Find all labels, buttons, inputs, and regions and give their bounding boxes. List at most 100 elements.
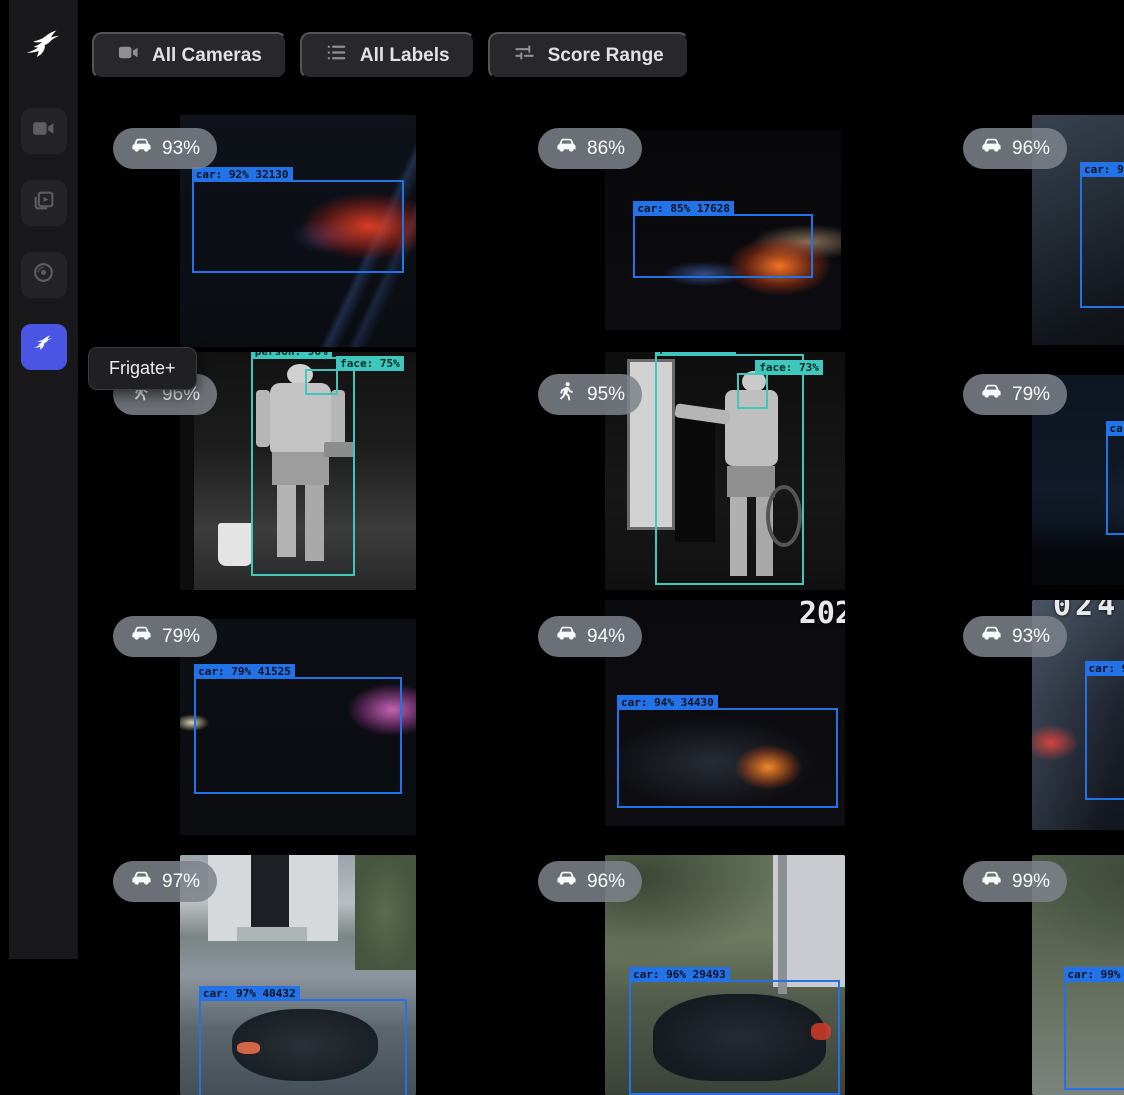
bounding-box: car: 92% 4216 (1085, 674, 1124, 801)
detection-thumbnail[interactable]: car: 97% 40432 (180, 855, 416, 1095)
all-labels-label: All Labels (360, 45, 450, 67)
bbox-label: person: 94% (655, 352, 736, 356)
detection-thumbnail[interactable]: car: 79% 41525 (180, 619, 416, 835)
car-icon (555, 622, 578, 651)
face-label: face: 73% (755, 360, 823, 375)
bbox-label: car: 95% 46260 (1080, 162, 1124, 177)
filter-bar: All Cameras All Labels Score Range (78, 32, 689, 79)
bbox-label: car: 79% (1106, 421, 1124, 436)
bounding-box: car: 96% 29493 (629, 980, 840, 1095)
detection-tile[interactable]: 93% 024 05 0 car: 92% 4216 (950, 597, 1124, 843)
car-icon (555, 134, 578, 163)
sidebar-item-frigate-plus[interactable] (21, 324, 67, 370)
detection-tile[interactable]: 99% car: 99% 25 (950, 843, 1124, 1092)
osd-timestamp: 024 05 0 (1053, 600, 1124, 623)
bbox-label: car: 96% 29493 (629, 967, 730, 982)
bounding-box: car: 95% 46260 (1080, 175, 1124, 308)
score-badge: 96% (538, 861, 642, 902)
bounding-box: car: 99% 25 (1064, 980, 1124, 1090)
car-icon (980, 622, 1003, 651)
all-labels-filter-button[interactable]: All Labels (300, 32, 475, 79)
review-icon (31, 188, 56, 218)
bbox-label: car: 85% 17628 (633, 201, 734, 216)
score-badge: 86% (538, 128, 642, 169)
detection-thumbnail[interactable]: car: 96% 29493 (605, 855, 845, 1095)
detection-tile[interactable]: 86% car: 85% 17628 (525, 98, 950, 347)
list-icon (325, 41, 348, 70)
detection-tile[interactable]: 96% car: 95% 46260 (950, 98, 1124, 347)
bbox-label: car: 94% 34430 (617, 695, 718, 710)
score-badge: 99% (963, 861, 1067, 902)
bounding-box: car: 97% 40432 (199, 999, 407, 1095)
sidebar-panel (9, 0, 78, 959)
bbox-label: car: 79% 41525 (194, 664, 295, 679)
score-badge: 94% (538, 616, 642, 657)
detection-tile[interactable]: 79% car: 79% (950, 347, 1124, 597)
frigate-plus-bird-icon (31, 332, 56, 362)
video-camera-icon (117, 41, 140, 70)
badge-score: 93% (1012, 626, 1050, 648)
car-icon (130, 622, 153, 651)
bounding-box: car: 94% 34430 (617, 708, 838, 807)
bbox-label: car: 92% 32130 (192, 167, 293, 182)
badge-score: 94% (587, 626, 625, 648)
detections-grid: 93% car: 92% 32130 86% car: 85% 17628 96… (100, 98, 1124, 1092)
badge-score: 86% (587, 138, 625, 160)
video-camera-icon (31, 116, 56, 146)
score-badge: 79% (113, 616, 217, 657)
score-range-label: Score Range (548, 45, 664, 67)
badge-score: 79% (1012, 384, 1050, 406)
detection-thumbnail[interactable]: car: 85% 17628 (605, 130, 841, 330)
bbox-label: car: 92% 4216 (1085, 661, 1124, 676)
detection-tile[interactable]: 93% car: 92% 32130 (100, 98, 525, 347)
export-disc-icon (31, 260, 56, 290)
face-bounding-box: face: 75% (305, 369, 338, 395)
detection-tile[interactable]: 79% car: 79% 41525 (100, 597, 525, 843)
bounding-box: car: 79% 41525 (194, 677, 402, 794)
car-icon (980, 380, 1003, 409)
sidebar-item-review[interactable] (21, 180, 67, 226)
car-icon (555, 867, 578, 896)
osd-timestamp: 202 (799, 600, 845, 631)
detection-tile[interactable]: 96% car: 96% 29493 (525, 843, 950, 1092)
score-range-filter-button[interactable]: Score Range (488, 32, 689, 79)
bounding-box: car: 85% 17628 (633, 214, 812, 278)
badge-score: 96% (1012, 138, 1050, 160)
frigate-plus-tooltip: Frigate+ (88, 347, 197, 390)
badge-score: 95% (587, 384, 625, 406)
badge-score: 79% (162, 626, 200, 648)
score-badge: 93% (963, 616, 1067, 657)
bbox-label: car: 99% 25 (1064, 967, 1124, 982)
score-badge: 96% (963, 128, 1067, 169)
badge-score: 99% (1012, 871, 1050, 893)
bounding-box: car: 92% 32130 (192, 180, 404, 273)
badge-score: 97% (162, 871, 200, 893)
car-icon (130, 867, 153, 896)
score-badge: 79% (963, 374, 1067, 415)
sliders-icon (513, 41, 536, 70)
bounding-box: person: 96% (251, 357, 355, 576)
frigate-bird-logo (21, 24, 67, 70)
bbox-label: person: 96% (251, 352, 332, 359)
sidebar (0, 0, 78, 959)
car-icon (130, 134, 153, 163)
score-badge: 93% (113, 128, 217, 169)
all-cameras-filter-button[interactable]: All Cameras (92, 32, 287, 79)
face-bounding-box: face: 73% (737, 373, 768, 409)
bounding-box: person: 94% (655, 354, 804, 585)
car-icon (980, 867, 1003, 896)
car-icon (980, 134, 1003, 163)
score-badge: 95% (538, 374, 642, 415)
badge-score: 93% (162, 138, 200, 160)
detection-tile[interactable]: 94% 202 car: 94% 34430 (525, 597, 950, 843)
bbox-label: car: 97% 40432 (199, 986, 300, 1001)
bounding-box: car: 79% (1106, 434, 1124, 535)
detection-tile[interactable]: 95% person: 94% face: 73% (525, 347, 950, 597)
all-cameras-label: All Cameras (152, 45, 262, 67)
badge-score: 96% (587, 871, 625, 893)
detection-tile[interactable]: 97% car: 97% 40432 (100, 843, 525, 1092)
sidebar-item-export[interactable] (21, 252, 67, 298)
score-badge: 97% (113, 861, 217, 902)
person-icon (555, 380, 578, 409)
sidebar-item-live[interactable] (21, 108, 67, 154)
